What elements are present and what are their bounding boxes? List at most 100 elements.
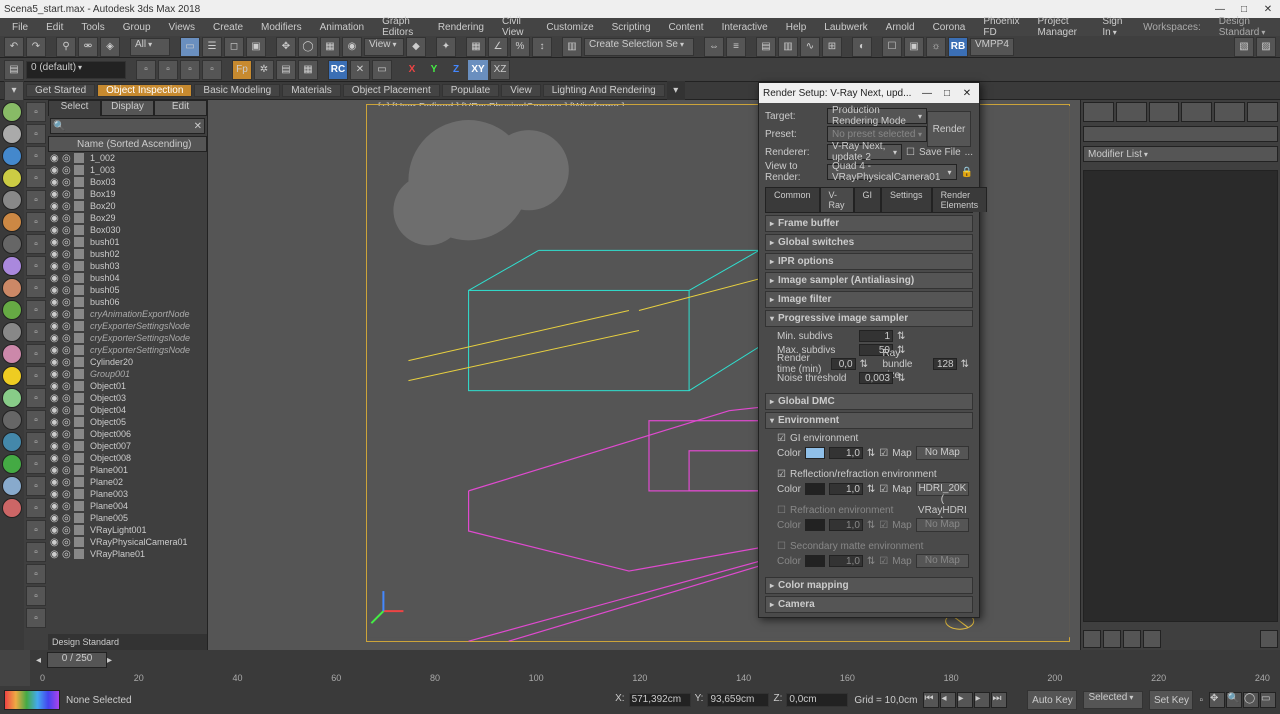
scene-item[interactable]: ◉◎VRayPlane01 <box>48 548 207 560</box>
visibility-icon[interactable]: ◉ <box>50 357 60 367</box>
se-tool-5[interactable]: ▫ <box>26 190 46 210</box>
dtab-common[interactable]: Common <box>765 187 820 212</box>
modifier-list-dropdown[interactable]: Modifier List <box>1083 146 1278 162</box>
se-tool-24[interactable]: ▫ <box>26 608 46 628</box>
extra-icon-1[interactable] <box>2 322 22 342</box>
se-tool-7[interactable]: ▫ <box>26 234 46 254</box>
freeze-icon[interactable]: ◎ <box>62 489 72 499</box>
rr-color-swatch[interactable] <box>805 483 825 495</box>
scene-item[interactable]: ◉◎bush05 <box>48 284 207 296</box>
curve-editor-icon[interactable]: ∿ <box>800 37 820 57</box>
menu-tools[interactable]: Tools <box>73 22 112 33</box>
se-tool-15[interactable]: ▫ <box>26 410 46 430</box>
visibility-icon[interactable]: ◉ <box>50 309 60 319</box>
gi-color-swatch[interactable] <box>805 447 825 459</box>
visibility-icon[interactable]: ◉ <box>50 285 60 295</box>
minsubdivs-spinner[interactable]: 1 <box>859 330 893 342</box>
ribbon-expand-icon[interactable]: ▾ <box>667 81 685 101</box>
visibility-icon[interactable]: ◉ <box>50 501 60 511</box>
menu-grapheditors[interactable]: Graph Editors <box>374 16 428 38</box>
scene-item[interactable]: ◉◎Plane001 <box>48 464 207 476</box>
freeze-icon[interactable]: ◎ <box>62 201 72 211</box>
scene-item[interactable]: ◉◎bush04 <box>48 272 207 284</box>
se-tool-2[interactable]: ▫ <box>26 124 46 144</box>
visibility-icon[interactable]: ◉ <box>50 345 60 355</box>
tb2-icon-1[interactable]: ▫ <box>136 60 156 80</box>
scene-item[interactable]: ◉◎1_002 <box>48 152 207 164</box>
gi-env-checkbox[interactable]: ☑ <box>777 433 786 444</box>
freeze-icon[interactable]: ◎ <box>62 189 72 199</box>
visibility-icon[interactable]: ◉ <box>50 333 60 343</box>
stack-unique-icon[interactable] <box>1123 630 1141 648</box>
timeslider-prev-icon[interactable]: ◂ <box>36 655 41 666</box>
scene-item[interactable]: ◉◎Box030 <box>48 224 207 236</box>
visibility-icon[interactable]: ◉ <box>50 213 60 223</box>
stack-config-icon[interactable] <box>1260 630 1278 648</box>
visibility-icon[interactable]: ◉ <box>50 513 60 523</box>
dialog-minimize-icon[interactable]: — <box>919 88 935 99</box>
ribbon-lighting[interactable]: Lighting And Rendering <box>543 84 665 97</box>
visibility-icon[interactable]: ◉ <box>50 489 60 499</box>
sm-mult-spinner[interactable]: 1,0 <box>829 555 863 567</box>
layer-dropdown[interactable]: 0 (default) <box>26 61 126 79</box>
visibility-icon[interactable]: ◉ <box>50 273 60 283</box>
scene-item[interactable]: ◉◎Box29 <box>48 212 207 224</box>
freeze-icon[interactable]: ◎ <box>62 345 72 355</box>
rollout-framebuffer[interactable]: ▸Frame buffer <box>765 215 973 232</box>
freeze-icon[interactable]: ◎ <box>62 249 72 259</box>
close-icon[interactable]: ✕ <box>1260 4 1276 15</box>
sm-color-swatch[interactable] <box>805 555 825 567</box>
freeze-icon[interactable]: ◎ <box>62 225 72 235</box>
axis-xy-button[interactable]: XY <box>468 60 488 80</box>
nav-pan-icon[interactable]: ✥ <box>1209 692 1225 708</box>
dialog-maximize-icon[interactable]: □ <box>939 88 955 99</box>
create-geometry-icon[interactable] <box>2 124 22 144</box>
freeze-icon[interactable]: ◎ <box>62 357 72 367</box>
dtab-gi[interactable]: GI <box>854 187 882 212</box>
stack-remove-icon[interactable] <box>1143 630 1161 648</box>
ribbon-populate[interactable]: Populate <box>442 84 499 97</box>
scene-item[interactable]: ◉◎Object007 <box>48 440 207 452</box>
visibility-icon[interactable]: ◉ <box>50 177 60 187</box>
cmd-motion-icon[interactable] <box>1181 102 1212 122</box>
savefile-checkbox[interactable]: ☐ <box>906 147 915 158</box>
menu-phoenixfd[interactable]: Phoenix FD <box>975 16 1027 38</box>
spinner-arrows-icon[interactable]: ⇅ <box>867 448 875 459</box>
tab-edit[interactable]: Edit <box>154 100 207 116</box>
spinner-arrows-icon[interactable]: ⇅ <box>897 331 905 342</box>
ribbon-objectinspection[interactable]: Object Inspection <box>97 84 192 97</box>
rf-mult-spinner[interactable]: 1,0 <box>829 519 863 531</box>
dtab-settings[interactable]: Settings <box>881 187 932 212</box>
extra-icon-7[interactable] <box>2 454 22 474</box>
freeze-icon[interactable]: ◎ <box>62 309 72 319</box>
rf-map-checkbox[interactable]: ☑ <box>879 520 888 531</box>
goto-start-icon[interactable]: ⏮ <box>923 692 939 708</box>
gi-map-checkbox[interactable]: ☑ <box>879 448 888 459</box>
menu-content[interactable]: Content <box>661 22 712 33</box>
freeze-icon[interactable]: ◎ <box>62 333 72 343</box>
ribbon-getstarted[interactable]: Get Started <box>26 84 95 97</box>
se-tool-13[interactable]: ▫ <box>26 366 46 386</box>
freeze-icon[interactable]: ◎ <box>62 417 72 427</box>
ribbon-view[interactable]: View <box>501 84 541 97</box>
nav-orbit-icon[interactable]: ◯ <box>1243 692 1259 708</box>
noise-spinner[interactable]: 0,003 <box>859 372 893 384</box>
axis-xz-button[interactable]: XZ <box>490 60 510 80</box>
freeze-icon[interactable]: ◎ <box>62 393 72 403</box>
se-tool-17[interactable]: ▫ <box>26 454 46 474</box>
se-tool-18[interactable]: ▫ <box>26 476 46 496</box>
ribbon-objectplacement[interactable]: Object Placement <box>343 84 440 97</box>
scene-item[interactable]: ◉◎bush01 <box>48 236 207 248</box>
percent-snap-icon[interactable]: % <box>510 37 530 57</box>
scene-item[interactable]: ◉◎Object01 <box>48 380 207 392</box>
tb2-icon-3[interactable]: ▫ <box>180 60 200 80</box>
raybundle-spinner[interactable]: 128 <box>933 358 957 370</box>
extra-icon-3[interactable] <box>2 366 22 386</box>
scene-list[interactable]: ◉◎1_002◉◎1_003◉◎Box03◉◎Box19◉◎Box20◉◎Box… <box>48 152 207 634</box>
extra-icon-9[interactable] <box>2 498 22 518</box>
schematic-icon[interactable]: ⊞ <box>822 37 842 57</box>
setkey-button[interactable]: Set Key <box>1149 690 1193 710</box>
rr-map-checkbox[interactable]: ☑ <box>879 484 888 495</box>
object-name-field[interactable] <box>1083 126 1278 142</box>
tb2-icon-2[interactable]: ▫ <box>158 60 178 80</box>
